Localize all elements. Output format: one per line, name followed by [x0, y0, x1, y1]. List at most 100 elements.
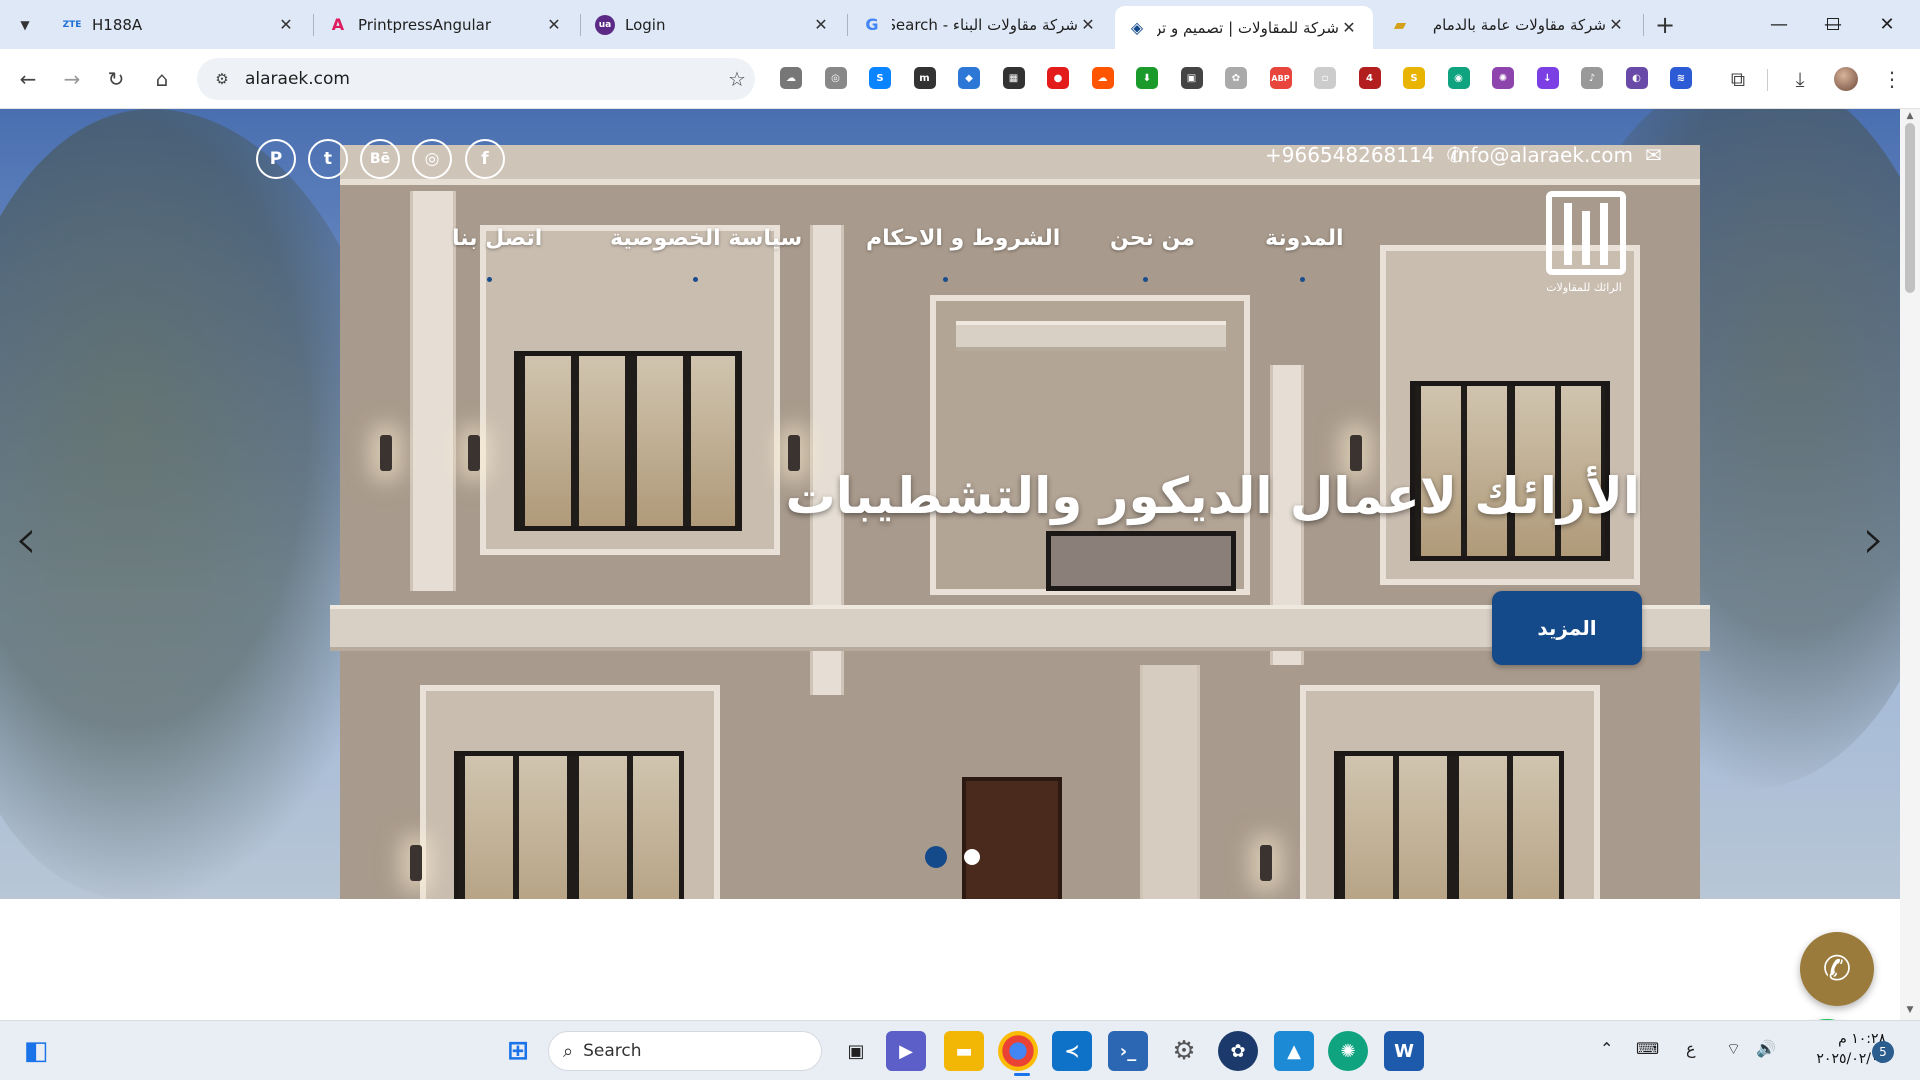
tab-title: شركة للمقاولات | تصميم و تن	[1157, 18, 1339, 37]
alaraek-logo[interactable]: الرائك للمقاولات	[1538, 191, 1630, 299]
s-ext-icon[interactable]: S	[1403, 67, 1425, 89]
shazam-ext-icon[interactable]: S	[869, 67, 891, 89]
wifi-icon[interactable]: ⌔	[1726, 1039, 1741, 1059]
close-icon[interactable]: ✕	[276, 15, 296, 34]
close-icon[interactable]: ✕	[811, 15, 831, 34]
tray-chevron-up-icon[interactable]: ⌃	[1600, 1039, 1613, 1058]
reload-button[interactable]: ↻	[100, 63, 132, 95]
email-address[interactable]: info@alaraek.com	[1452, 143, 1633, 167]
more-button[interactable]: المزيد	[1492, 591, 1642, 665]
facebook-icon[interactable]: f	[465, 139, 505, 179]
blank-ext-icon[interactable]: ▫	[1314, 67, 1336, 89]
windows-start-icon[interactable]: ⊞	[498, 1031, 538, 1071]
browser-menu-button[interactable]: ⋮	[1876, 63, 1908, 95]
floating-call-button[interactable]: ✆	[1800, 932, 1874, 1006]
task-view-icon[interactable]: ▣	[836, 1031, 876, 1071]
close-window-button[interactable]: ✕	[1864, 8, 1910, 40]
extensions-puzzle-button[interactable]: ⧉	[1722, 63, 1754, 95]
gpt-ext-icon[interactable]: ◉	[1447, 67, 1470, 89]
teams-icon[interactable]: ▶	[886, 1031, 926, 1071]
tab-alaraek-active[interactable]: ◈ شركة للمقاولات | تصميم و تن ✕	[1115, 6, 1373, 49]
close-icon[interactable]: ✕	[1339, 18, 1359, 37]
qr-ext-icon[interactable]: ▦	[1002, 67, 1025, 89]
tab-login[interactable]: ua Login ✕	[583, 6, 845, 43]
file-explorer-icon[interactable]: ▬	[944, 1031, 984, 1071]
word-icon[interactable]: W	[1384, 1031, 1424, 1071]
nav-contact[interactable]: اتصل بنا	[452, 226, 542, 251]
new-tab-button[interactable]: +	[1650, 10, 1680, 40]
diamond-ext-icon[interactable]: ◆	[958, 67, 980, 89]
nav-privacy[interactable]: سياسة الخصوصية	[610, 226, 802, 251]
save-ext-icon[interactable]: ▣	[1180, 67, 1203, 89]
profile-avatar[interactable]	[1830, 63, 1862, 95]
chatgpt-icon[interactable]: ✺	[1328, 1031, 1368, 1071]
chrome-icon[interactable]	[998, 1031, 1038, 1071]
lower-right-bay	[1300, 685, 1600, 899]
behance-icon[interactable]: Bē	[360, 139, 400, 179]
close-icon[interactable]: ✕	[1606, 15, 1626, 34]
chatgpt-ext-icon[interactable]: ✿	[1225, 67, 1247, 89]
soundcloud-ext-icon[interactable]: ☁	[1091, 67, 1114, 89]
photos-icon[interactable]: ▲	[1274, 1031, 1314, 1071]
tab-search-button[interactable]: ▼	[10, 10, 40, 40]
notification-badge[interactable]: 5	[1872, 1041, 1894, 1063]
translate-ext-icon[interactable]: ≋	[1670, 67, 1692, 89]
nav-terms[interactable]: الشروط و الاحكام	[866, 226, 1060, 251]
site-info-icon[interactable]: ⚙	[207, 70, 237, 88]
scroll-down-icon[interactable]: ▼	[1904, 1005, 1916, 1015]
shield-ext-icon[interactable]: 4	[1358, 67, 1381, 89]
hero-headline: الأرائك لاعمال الديكور والتشطيبات	[785, 467, 1640, 525]
m-ext-icon[interactable]: m	[913, 67, 936, 89]
download-ext-icon[interactable]: ⬇	[1136, 67, 1158, 89]
powershell-icon[interactable]: ›_	[1108, 1031, 1148, 1071]
target-ext-icon[interactable]: ◎	[824, 67, 847, 89]
brain-ext-icon[interactable]: ✺	[1492, 67, 1514, 89]
adblock-ext-icon[interactable]: ABP	[1269, 67, 1292, 89]
taskbar-search[interactable]: ⌕ Search	[548, 1031, 822, 1071]
phone-number[interactable]: +966548268114	[1265, 143, 1434, 167]
bookmark-star-icon[interactable]: ☆	[719, 67, 755, 91]
address-bar[interactable]: ⚙ alaraek.com ☆	[197, 58, 755, 100]
forward-button[interactable]: →	[56, 63, 88, 95]
vscode-icon[interactable]: ≺	[1052, 1031, 1092, 1071]
close-icon[interactable]: ✕	[1078, 15, 1098, 34]
slider-next-arrow-icon[interactable]: ›	[1854, 507, 1894, 572]
email-contact[interactable]: info@alaraek.com ✉	[1452, 139, 1662, 171]
tab-h188a[interactable]: ZTE H188A ✕	[50, 6, 310, 43]
downloads-button[interactable]: ⤓	[1784, 63, 1816, 95]
restore-button[interactable]	[1810, 8, 1856, 40]
back-button[interactable]: ←	[12, 63, 44, 95]
slider-dot[interactable]	[964, 849, 980, 865]
stop-ext-icon[interactable]: ●	[1047, 67, 1069, 89]
nav-about[interactable]: من نحن	[1110, 226, 1195, 251]
phone-contact[interactable]: +966548268114 ✆	[1265, 139, 1463, 171]
wall-light	[1350, 435, 1362, 471]
page-scrollbar[interactable]: ▲ ▼	[1900, 109, 1920, 1020]
cloud-ext-icon[interactable]: ☁	[780, 67, 802, 89]
music-ext-icon[interactable]: ♪	[1581, 67, 1603, 89]
volume-icon[interactable]: 🔊	[1756, 1039, 1776, 1058]
tab-google-search[interactable]: G شركة مقاولات البناء - Search ✕	[850, 6, 1112, 43]
slider-dot-active[interactable]	[925, 846, 947, 868]
input-language[interactable]: ع	[1686, 1039, 1696, 1058]
keyboard-icon[interactable]: ⌨	[1636, 1039, 1659, 1058]
hero-slider: P t Bē ◎ f +966548268114 ✆ info@alaraek.…	[0, 109, 1900, 899]
home-button[interactable]: ⌂	[146, 63, 178, 95]
beaver-ext-icon[interactable]: ◐	[1625, 67, 1648, 89]
arrow-down-ext-icon[interactable]: ↓	[1536, 67, 1559, 89]
scrollbar-thumb[interactable]	[1905, 123, 1915, 293]
minimize-window-button[interactable]: —	[1756, 8, 1802, 40]
scroll-up-icon[interactable]: ▲	[1904, 111, 1916, 121]
url-text[interactable]: alaraek.com	[245, 69, 719, 89]
twitter-icon[interactable]: t	[308, 139, 348, 179]
settings-gear-icon[interactable]: ⚙	[1164, 1031, 1204, 1071]
pinterest-icon[interactable]: P	[256, 139, 296, 179]
tab-printpress-angular[interactable]: A PrintpressAngular ✕	[316, 6, 578, 43]
media-player-icon[interactable]: ✿	[1218, 1031, 1258, 1071]
tab-dammam-contracting[interactable]: ▰ شركة مقاولات عامة بالدمام ✕	[1378, 6, 1640, 43]
close-icon[interactable]: ✕	[544, 15, 564, 34]
widgets-icon[interactable]: ◧	[16, 1031, 56, 1071]
instagram-icon[interactable]: ◎	[412, 139, 452, 179]
slider-prev-arrow-icon[interactable]: ‹	[6, 507, 46, 572]
nav-blog[interactable]: المدونة	[1265, 226, 1344, 251]
